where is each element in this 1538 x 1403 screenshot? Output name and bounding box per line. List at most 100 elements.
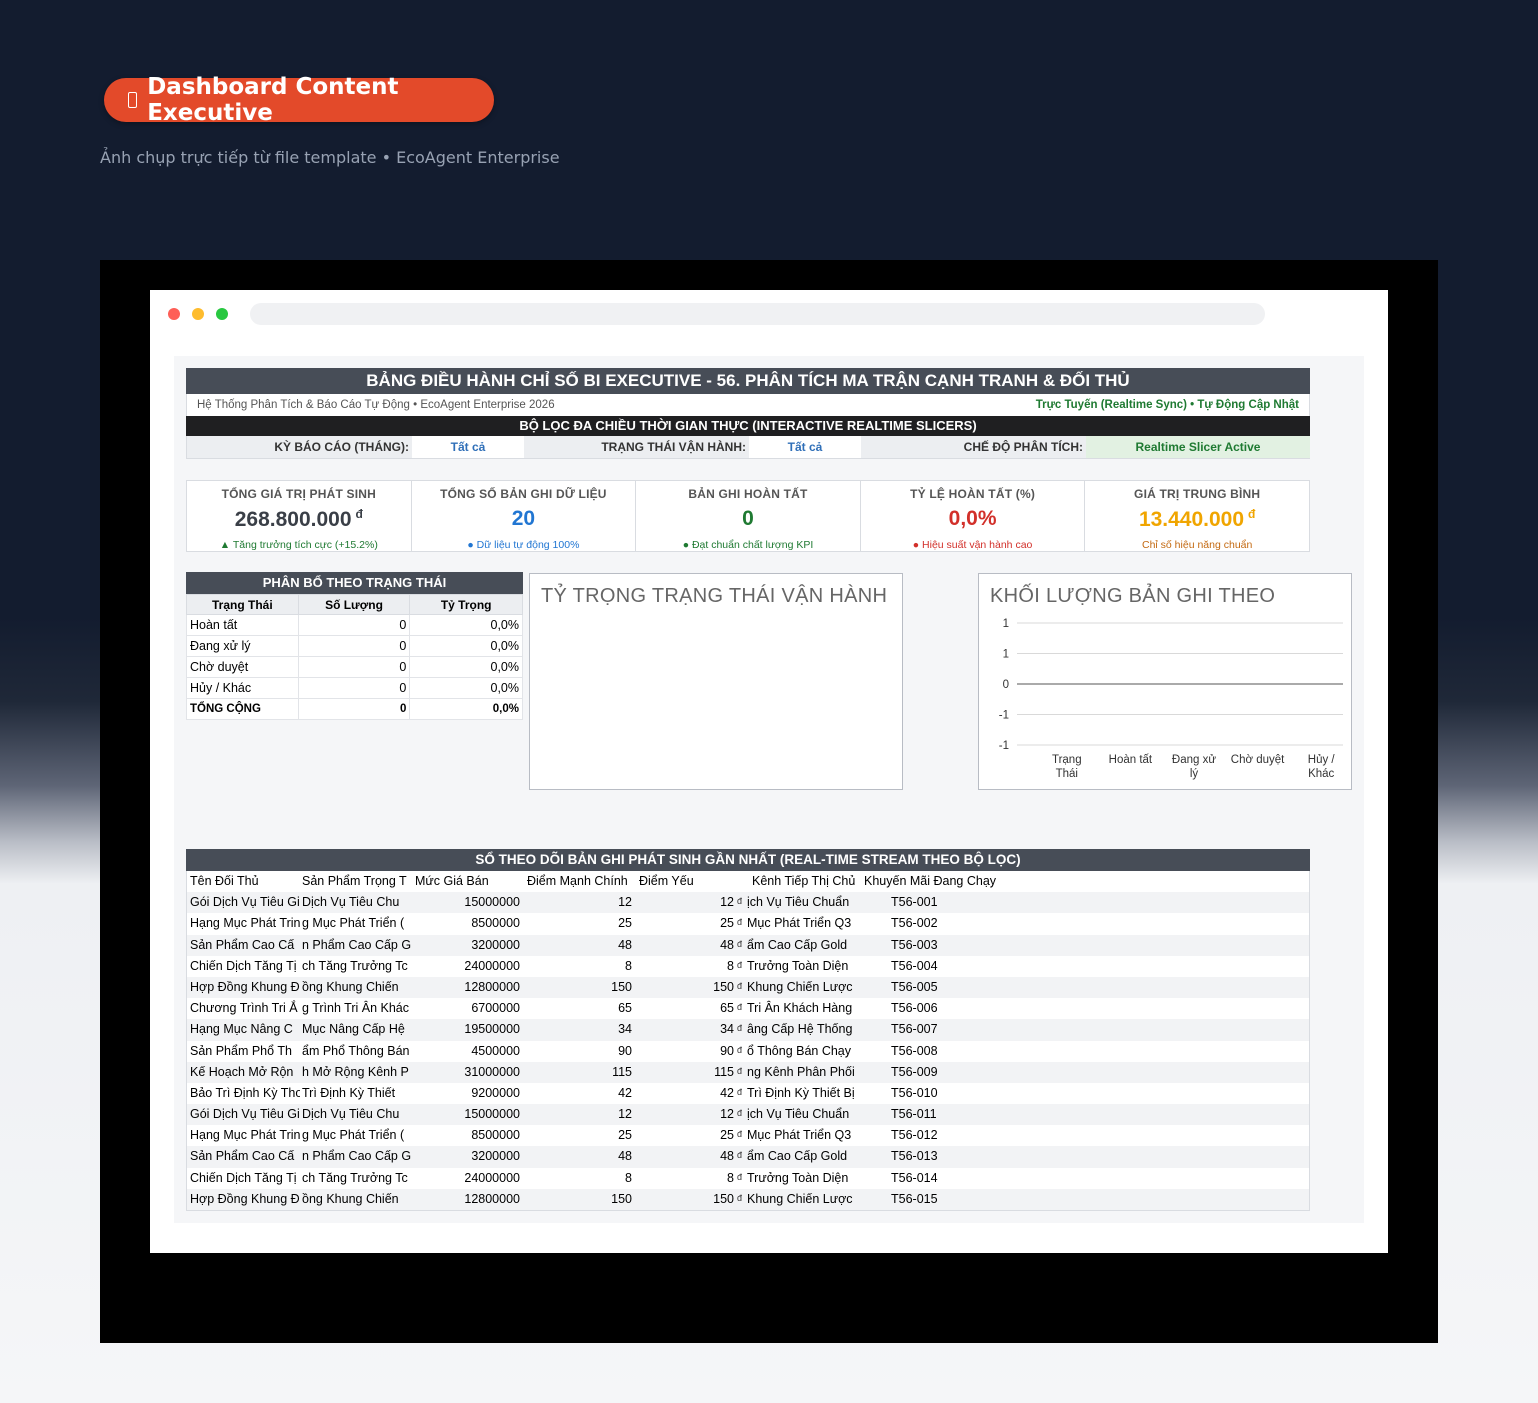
cell-competitor: Hợp Đồng Khung Đ (190, 1191, 300, 1206)
col-competitor: Tên Đối Thủ (190, 874, 259, 888)
kpi-label: TỔNG GIÁ TRỊ PHÁT SINH (221, 487, 376, 501)
cell-currency: đ (737, 1023, 743, 1034)
info-row: Hệ Thống Phân Tích & Báo Cáo Tự Động • E… (186, 394, 1310, 416)
info-left: Hệ Thống Phân Tích & Báo Cáo Tự Động • E… (197, 399, 555, 411)
address-bar[interactable] (250, 303, 1265, 325)
cell-currency: đ (737, 1044, 743, 1055)
close-dot[interactable] (168, 308, 180, 320)
cell-weakness: 150 (713, 979, 734, 994)
cell-competitor: Sản Phẩm Cao Cấ (190, 937, 295, 952)
table-row: Chương Trình Tri Ắ g Trình Tri Ân Khác 670… (187, 998, 1309, 1019)
cell-channel: ng Kênh Phân Phối (747, 1064, 855, 1079)
kpi-label: TỶ LỆ HOÀN TẤT (%) (910, 487, 1036, 501)
cell-price: 9200000 (471, 1085, 520, 1100)
table-row: Sản Phẩm Phổ Th ẩm Phổ Thông Bán 4500000 90… (187, 1041, 1309, 1062)
cell-weakness: 12 (720, 1107, 734, 1122)
cell-channel: Trì Định Kỳ Thiết Bị (747, 1085, 855, 1100)
table-row: Chiến Dịch Tăng Tị ch Tăng Trưởng Tc 24000… (187, 956, 1309, 977)
cell: 0 (297, 614, 411, 636)
cell-strength: 65 (618, 1001, 632, 1016)
table-row: Bảo Trì Định Kỳ Tho Trì Định Kỳ Thiết 9200… (187, 1083, 1309, 1104)
bar-chart-panel[interactable]: KHỐI LƯỢNG BẢN GHI THEO 1 1 0 -1 -1 Trạng Thái… (978, 573, 1352, 790)
cell-promo-code: T56-002 (891, 916, 938, 931)
pie-chart-title: TỶ TRỌNG TRẠNG THÁI VẬN HÀNH (541, 585, 888, 607)
kpi-value: 13.440.000 đ (1138, 507, 1256, 531)
cell-weakness: 12 (720, 895, 734, 910)
cell-competitor: Chiến Dịch Tăng Tị (190, 958, 297, 973)
cell-competitor: Chiến Dịch Tăng Tị (190, 1170, 297, 1185)
cell-price: 15000000 (464, 1107, 520, 1122)
status-slicer[interactable]: Tất cả (749, 436, 861, 458)
cell-price: 31000000 (464, 1064, 520, 1079)
col-share: Tỷ Trọng (409, 594, 523, 615)
pie-chart-panel[interactable]: TỶ TRỌNG TRẠNG THÁI VẬN HÀNH (529, 573, 903, 790)
cell-currency: đ (737, 896, 743, 907)
kpi-note: ● Dữ liệu tự động 100% (467, 539, 580, 551)
stream-header-row: Tên Đối Thủ Sản Phẩm Trọng T Mức Giá Bán… (187, 871, 1309, 892)
x-tick-label: Hủy / Khác (1308, 754, 1336, 780)
spreadsheet: BẢNG ĐIỀU HÀNH CHỈ SỐ BI EXECUTIVE - 56.… (174, 356, 1364, 1223)
cell-channel: Mục Phát Triển Q3 (747, 916, 852, 931)
cell-currency: đ (737, 1192, 743, 1203)
mode-slicer[interactable]: Realtime Slicer Active (1086, 436, 1310, 458)
cell-key-product: ch Tăng Trưởng Tc (302, 1170, 408, 1185)
x-tick-label: Chờ duyệt (1231, 754, 1285, 766)
cell-price: 8500000 (471, 916, 520, 931)
table-row: Sản Phẩm Cao Cấ n Phẩm Cao Cấp G 3200000 48… (187, 1146, 1309, 1168)
cell-price: 19500000 (464, 1022, 520, 1037)
hero-subtitle: Ảnh chụp trực tiếp từ file template • Ec… (100, 148, 560, 167)
cell-key-product: ồng Khung Chiến (302, 979, 399, 994)
cell-key-product: g Mục Phát Triển ( (302, 916, 405, 931)
cell-promo-code: T56-012 (891, 1128, 938, 1143)
cell: Đang xử lý (186, 635, 299, 657)
col-channel: Kênh Tiếp Thị Chủ (752, 874, 856, 888)
cell-strength: 8 (625, 1170, 632, 1185)
cell: 0 (297, 656, 411, 678)
cell-weakness: 150 (713, 1191, 734, 1206)
cell-weakness: 115 (714, 1064, 734, 1079)
cell-strength: 34 (618, 1022, 632, 1037)
kpi-label: TỔNG SỐ BẢN GHI DỮ LIỆU (440, 487, 607, 501)
cell-weakness: 8 (727, 958, 734, 973)
cell-weakness: 25 (720, 1128, 734, 1143)
cell-strength: 42 (618, 1085, 632, 1100)
cell-strength: 48 (618, 937, 632, 952)
cell-key-product: ch Tăng Trưởng Tc (302, 958, 408, 973)
cell-channel: Tri Ân Khách Hàng (747, 1001, 853, 1016)
cell-strength: 12 (618, 895, 632, 910)
kpi-value: 268.800.000 đ (234, 507, 363, 531)
cell-currency: đ (737, 917, 743, 928)
cell-weakness: 8 (727, 1170, 734, 1185)
cell-competitor: Hạng Mục Nâng C (190, 1022, 293, 1037)
cell: 0 (297, 635, 411, 657)
kpi-label: GIÁ TRỊ TRUNG BÌNH (1134, 487, 1261, 501)
bar-chart-title: KHỐI LƯỢNG BẢN GHI THEO (990, 585, 1276, 607)
cell-competitor: Kế Hoạch Mở Rộn (190, 1064, 294, 1079)
table-row: Hủy / Khác 0 0,0% (186, 677, 523, 699)
cell-currency: đ (737, 1150, 743, 1161)
cell-promo-code: T56-008 (891, 1043, 938, 1058)
cell-competitor: Gói Dịch Vụ Tiêu Gi (190, 895, 300, 910)
minimize-dot[interactable] (192, 308, 204, 320)
kpi-completion-rate: TỶ LỆ HOÀN TẤT (%) 0,0% ● Hiệu suất vận … (861, 481, 1086, 551)
col-weakness: Điểm Yếu (639, 874, 694, 888)
cell-promo-code: T56-010 (891, 1085, 938, 1100)
cell-price: 3200000 (471, 937, 520, 952)
cell-channel: ịch Vụ Tiêu Chuẩn (747, 895, 850, 910)
cell-price: 15000000 (464, 895, 520, 910)
y-tick-label: 1 (1003, 649, 1009, 661)
table-row: Đang xử lý 0 0,0% (186, 635, 523, 657)
maximize-dot[interactable] (216, 308, 228, 320)
kpi-note: ● Đạt chuẩn chất lượng KPI (682, 539, 814, 551)
cell-promo-code: T56-013 (891, 1149, 938, 1164)
cell-weakness: 42 (720, 1085, 734, 1100)
table-row: Hạng Mục Phát Trin g Mục Phát Triển (8500… (187, 913, 1309, 934)
period-slicer[interactable]: Tất cả (412, 436, 524, 458)
cell-currency: đ (737, 980, 743, 991)
cell-strength: 25 (618, 1128, 632, 1143)
cell-currency: đ (737, 1129, 743, 1140)
cell-weakness: 65 (720, 1001, 734, 1016)
cell: 0,0% (409, 698, 523, 720)
table-row: Hợp Đồng Khung Đồng Khung Chiến 12800000 1… (187, 1188, 1309, 1210)
browser-window: BẢNG ĐIỀU HÀNH CHỈ SỐ BI EXECUTIVE - 56.… (150, 290, 1388, 1253)
